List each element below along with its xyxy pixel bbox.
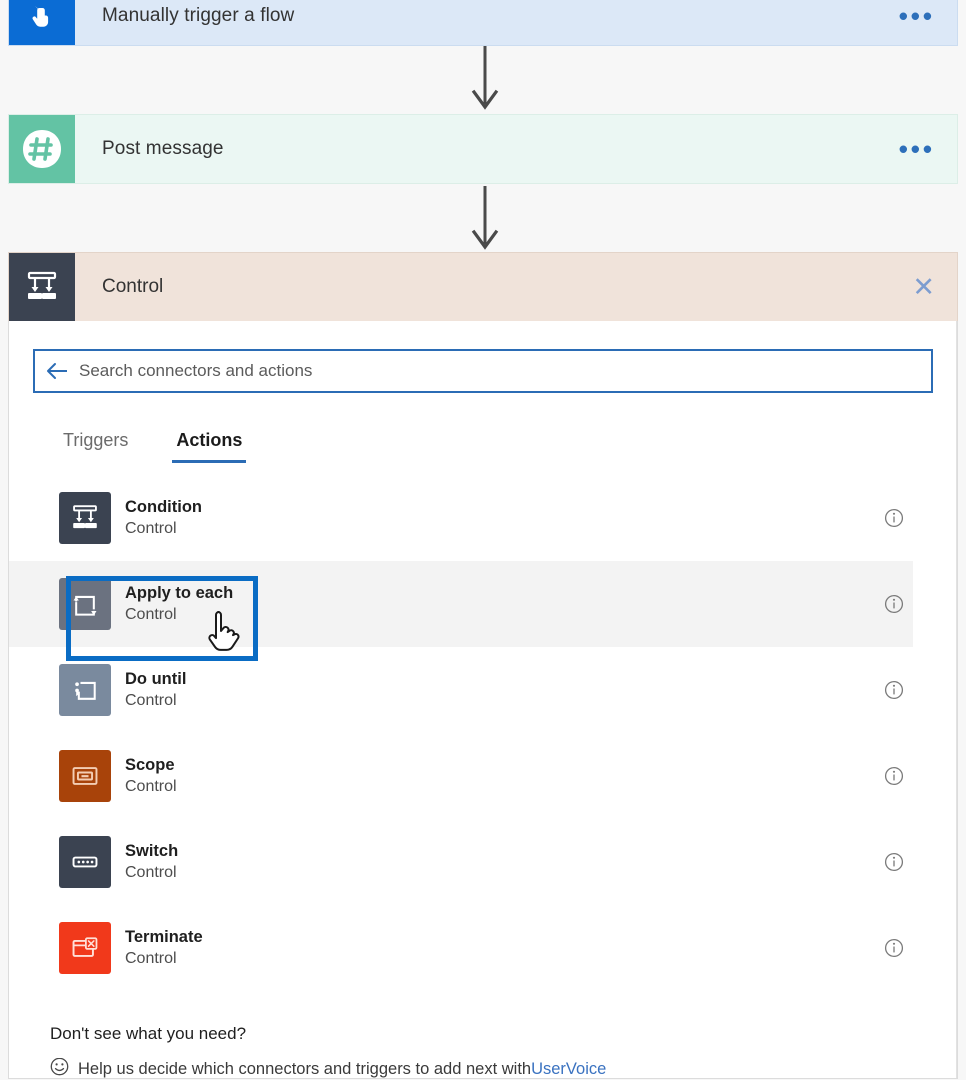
action-item-subtitle: Control bbox=[125, 863, 177, 881]
action-item-subtitle: Control bbox=[125, 605, 177, 623]
tab-triggers[interactable]: Triggers bbox=[59, 430, 132, 463]
action-item-text: Scope Control bbox=[111, 755, 883, 798]
action-item-text: Switch Control bbox=[111, 841, 883, 884]
action-item-name: Do until bbox=[125, 669, 187, 688]
tab-bar: Triggers Actions bbox=[59, 415, 957, 463]
footer-message-text: Help us decide which connectors and trig… bbox=[78, 1059, 532, 1078]
footer-title: Don't see what you need? bbox=[50, 1024, 247, 1043]
action-item-text: Do until Control bbox=[111, 669, 883, 712]
footer-message-row: Help us decide which connectors and trig… bbox=[50, 1058, 966, 1080]
flow-card-trigger[interactable]: Manually trigger a flow ••• bbox=[8, 0, 958, 46]
do-until-loop-icon bbox=[59, 664, 111, 716]
action-item-apply-to-each[interactable]: Apply to each Control bbox=[9, 561, 913, 647]
action-item-terminate[interactable]: Terminate Control bbox=[9, 905, 913, 991]
action-item-subtitle: Control bbox=[125, 519, 177, 537]
action-list: Condition Control Apply to each Control … bbox=[9, 475, 957, 991]
flow-card-trigger-title: Manually trigger a flow bbox=[102, 5, 295, 26]
search-input[interactable] bbox=[79, 351, 931, 391]
control-branch-icon bbox=[9, 253, 75, 321]
panel-footer: Don't see what you need? Help us decide … bbox=[0, 1024, 966, 1080]
close-icon[interactable]: ✕ bbox=[912, 273, 957, 301]
tab-actions[interactable]: Actions bbox=[172, 430, 247, 463]
info-icon[interactable] bbox=[883, 679, 905, 701]
loop-foreach-icon bbox=[59, 578, 111, 630]
action-item-switch[interactable]: Switch Control bbox=[9, 819, 913, 905]
hand-tap-icon bbox=[9, 0, 75, 45]
search-box[interactable] bbox=[33, 349, 933, 393]
connector-arrow-1 bbox=[470, 46, 500, 114]
flow-card-post-message[interactable]: Post message ••• bbox=[8, 114, 958, 184]
flow-card-post-message-title: Post message bbox=[102, 138, 224, 159]
connector-arrow-2 bbox=[470, 186, 500, 254]
condition-branch-icon bbox=[59, 492, 111, 544]
info-icon[interactable] bbox=[883, 765, 905, 787]
action-item-text: Terminate Control bbox=[111, 927, 883, 970]
slack-hash-icon bbox=[9, 115, 75, 183]
action-item-subtitle: Control bbox=[125, 691, 177, 709]
uservoice-link[interactable]: UserVoice bbox=[531, 1060, 606, 1079]
action-item-subtitle: Control bbox=[125, 777, 177, 795]
switch-icon bbox=[59, 836, 111, 888]
action-item-text: Apply to each Control bbox=[111, 583, 883, 626]
terminate-icon bbox=[59, 922, 111, 974]
action-item-text: Condition Control bbox=[111, 497, 883, 540]
flow-card-post-message-menu-icon[interactable]: ••• bbox=[899, 136, 957, 162]
info-icon[interactable] bbox=[883, 851, 905, 873]
info-icon[interactable] bbox=[883, 937, 905, 959]
control-panel-header: Control ✕ bbox=[8, 252, 958, 321]
control-panel-body: Triggers Actions bbox=[8, 321, 958, 1079]
info-icon[interactable] bbox=[883, 507, 905, 529]
panel-scroll-edge bbox=[956, 321, 957, 1078]
action-item-name: Apply to each bbox=[125, 583, 234, 602]
smiley-face-icon bbox=[50, 1058, 69, 1080]
action-item-subtitle: Control bbox=[125, 949, 177, 967]
action-item-do-until[interactable]: Do until Control bbox=[9, 647, 913, 733]
flow-card-trigger-menu-icon[interactable]: ••• bbox=[899, 3, 957, 29]
action-item-name: Switch bbox=[125, 841, 179, 860]
control-panel: Control ✕ Triggers Actions bbox=[8, 252, 958, 1079]
action-item-scope[interactable]: Scope Control bbox=[9, 733, 913, 819]
action-item-condition[interactable]: Condition Control bbox=[9, 475, 913, 561]
action-item-name: Terminate bbox=[125, 927, 203, 946]
back-arrow-icon[interactable] bbox=[35, 362, 79, 380]
control-panel-title: Control bbox=[102, 276, 164, 297]
info-icon[interactable] bbox=[883, 593, 905, 615]
scope-nested-box-icon bbox=[59, 750, 111, 802]
action-item-name: Scope bbox=[125, 755, 175, 774]
action-item-name: Condition bbox=[125, 497, 202, 516]
flow-designer-canvas: Manually trigger a flow ••• Post message… bbox=[0, 0, 966, 1080]
